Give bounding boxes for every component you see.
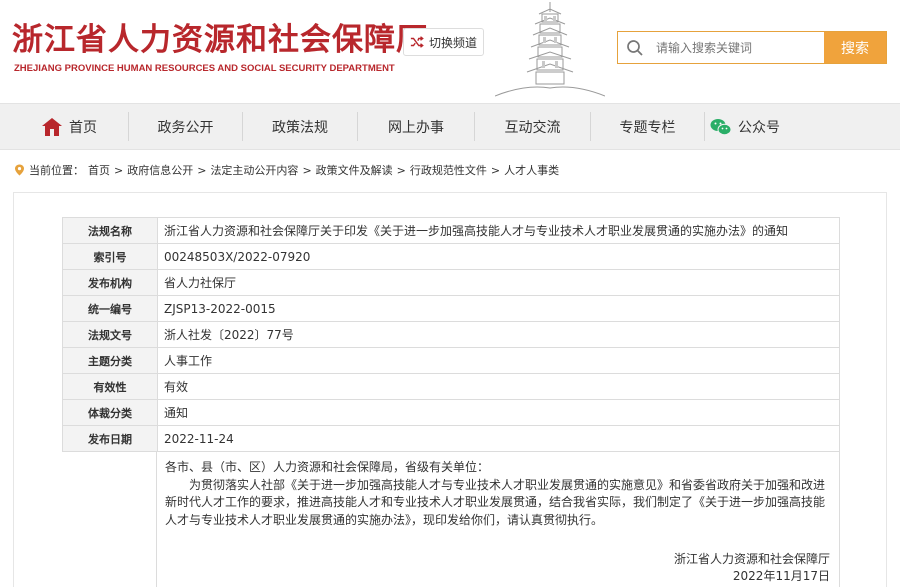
nav-item-label: 政务公开 xyxy=(157,119,214,136)
nav-item-label: 政策法规 xyxy=(272,119,328,136)
switch-channel-button[interactable]: 切换频道 xyxy=(403,28,484,56)
table-row: 主题分类 人事工作 xyxy=(62,347,840,374)
breadcrumb-link[interactable]: 政府信息公开 xyxy=(127,162,193,178)
search-box: 搜索 xyxy=(617,31,887,64)
meta-value: 通知 xyxy=(157,399,840,426)
meta-key: 主题分类 xyxy=(62,347,158,374)
table-row: 发布机构 省人力社保厅 xyxy=(62,269,840,296)
breadcrumb-separator: > xyxy=(114,163,124,177)
breadcrumb-separator: > xyxy=(197,163,207,177)
site-logo-subtitle: ZHEJIANG PROVINCE HUMAN RESOURCES AND SO… xyxy=(14,63,395,74)
document-meta-table: 法规名称 浙江省人力资源和社会保障厅关于印发《关于进一步加强高技能人才与专业技术人… xyxy=(62,217,840,452)
breadcrumb-link-home[interactable]: 首页 xyxy=(88,162,110,178)
breadcrumb-prefix: 当前位置： xyxy=(29,164,84,177)
meta-key: 法规名称 xyxy=(62,217,158,244)
nav-item-government-affairs[interactable]: 政务公开 xyxy=(129,104,242,149)
pagoda-illustration xyxy=(495,2,605,97)
switch-channel-label: 切换频道 xyxy=(428,35,477,50)
search-button[interactable]: 搜索 xyxy=(824,32,886,63)
meta-key: 有效性 xyxy=(62,373,158,400)
document-signature-block: 浙江省人力资源和社会保障厅 2022年11月17日 xyxy=(674,551,830,585)
document-body: 各市、县（市、区）人力资源和社会保障局，省级有关单位： 为贯彻落实人社部《关于进… xyxy=(165,459,835,529)
nav-item-label: 互动交流 xyxy=(504,119,561,136)
document-salutation: 各市、县（市、区）人力资源和社会保障局，省级有关单位： xyxy=(165,460,490,474)
meta-value: 省人力社保厅 xyxy=(157,269,840,296)
meta-value: 00248503X/2022-07920 xyxy=(157,243,840,270)
nav-item-online-services[interactable]: 网上办事 xyxy=(358,104,474,149)
breadcrumb-link-current[interactable]: 人才人事类 xyxy=(504,162,559,178)
table-row: 法规名称 浙江省人力资源和社会保障厅关于印发《关于进一步加强高技能人才与专业技术人… xyxy=(62,217,840,244)
breadcrumb-separator: > xyxy=(302,163,312,177)
meta-value: 有效 xyxy=(157,373,840,400)
meta-value: 2022-11-24 xyxy=(157,425,840,452)
nav-item-policy[interactable]: 政策法规 xyxy=(243,104,357,149)
meta-key: 发布机构 xyxy=(62,269,158,296)
nav-item-label: 专题专栏 xyxy=(619,119,676,136)
meta-key: 索引号 xyxy=(62,243,158,270)
table-row: 法规文号 浙人社发〔2022〕77号 xyxy=(62,321,840,348)
breadcrumb-separator: > xyxy=(490,163,501,177)
meta-value: 浙人社发〔2022〕77号 xyxy=(157,321,840,348)
nav-item-interaction[interactable]: 互动交流 xyxy=(475,104,590,149)
meta-value: ZJSP13-2022-0015 xyxy=(157,295,840,322)
table-row: 统一编号 ZJSP13-2022-0015 xyxy=(62,295,840,322)
nav-item-label: 公众号 xyxy=(738,119,780,136)
site-logo-title[interactable]: 浙江省人力资源和社会保障厅 xyxy=(12,14,428,59)
table-row: 体裁分类 通知 xyxy=(62,399,840,426)
document-signature: 浙江省人力资源和社会保障厅 xyxy=(673,552,830,566)
location-pin-icon xyxy=(15,164,24,176)
shuffle-icon xyxy=(410,36,424,48)
breadcrumb: 当前位置： 首页 > 政府信息公开 > 法定主动公开内容 > 政策文件及解读 > 行政规… xyxy=(14,162,559,178)
breadcrumb-link[interactable]: 行政规范性文件 xyxy=(410,162,487,178)
meta-key: 法规文号 xyxy=(62,321,158,348)
search-input[interactable] xyxy=(652,32,824,63)
meta-value: 浙江省人力资源和社会保障厅关于印发《关于进一步加强高技能人才与专业技术人才职业发… xyxy=(157,217,840,244)
nav-item-label: 网上办事 xyxy=(388,119,444,136)
breadcrumb-link[interactable]: 法定主动公开内容 xyxy=(210,162,298,178)
breadcrumb-separator: > xyxy=(396,163,406,177)
breadcrumb-link[interactable]: 政策文件及解读 xyxy=(316,162,393,178)
nav-item-home[interactable]: 首页 xyxy=(25,104,113,149)
table-row: 发布日期 2022-11-24 xyxy=(62,425,840,452)
search-icon xyxy=(618,32,652,63)
wechat-icon xyxy=(710,118,732,135)
nav-item-label: 首页 xyxy=(69,119,97,136)
table-row: 有效性 有效 xyxy=(62,373,840,400)
home-icon xyxy=(42,117,62,136)
nav-item-special-topics[interactable]: 专题专栏 xyxy=(591,104,704,149)
meta-value: 人事工作 xyxy=(157,347,840,374)
document-date: 2022年11月17日 xyxy=(732,569,830,583)
meta-key: 统一编号 xyxy=(62,295,158,322)
meta-key: 发布日期 xyxy=(62,425,158,452)
document-paragraph: 为贯彻落实人社部《关于进一步加强高技能人才与专业技术人才职业发展贯通的实施意见》… xyxy=(165,477,826,527)
nav-item-wechat[interactable]: 公众号 xyxy=(705,104,785,149)
site-header: 浙江省人力资源和社会保障厅 ZHEJIANG PROVINCE HUMAN RE… xyxy=(0,0,900,103)
main-nav: 首页 政务公开 政策法规 网上办事 互动交流 专题专栏 公众号 xyxy=(0,103,900,150)
table-row: 索引号 00248503X/2022-07920 xyxy=(62,243,840,270)
meta-key: 体裁分类 xyxy=(62,399,158,426)
